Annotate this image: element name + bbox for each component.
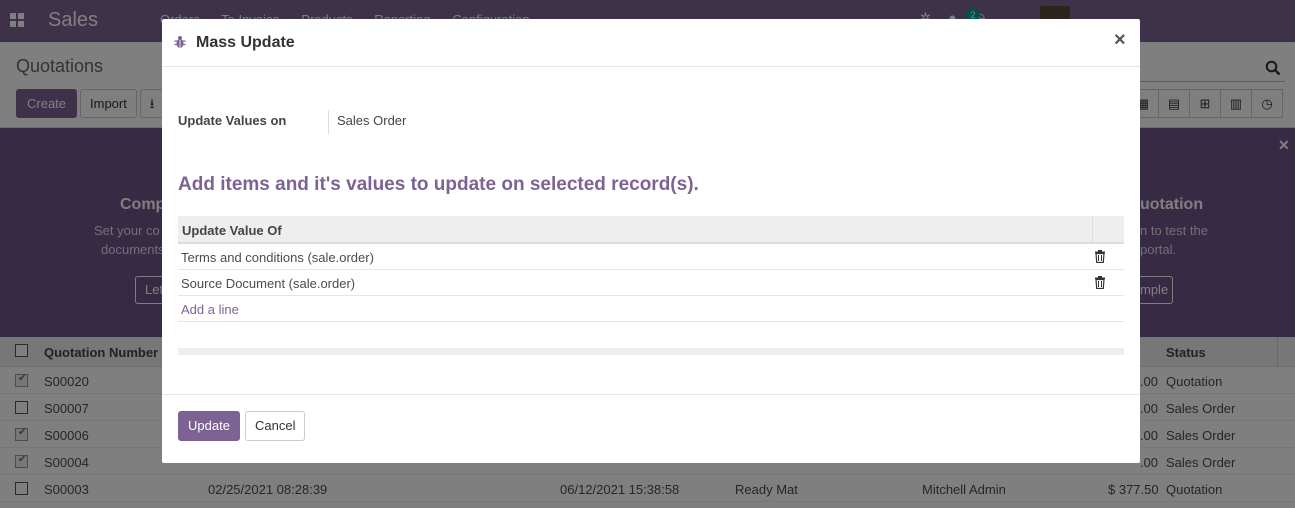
field-separator	[328, 110, 329, 134]
section-heading: Add items and it's values to update on s…	[178, 174, 699, 195]
table-row[interactable]: Terms and conditions (sale.order)	[178, 244, 1124, 270]
model-field-value[interactable]: Sales Order	[337, 113, 406, 128]
table-footer	[178, 348, 1124, 355]
bug-icon	[174, 36, 186, 48]
update-lines-table: Update Value Of Terms and conditions (sa…	[178, 216, 1124, 322]
field-label: Update Values on	[178, 113, 287, 128]
trash-icon[interactable]	[1094, 250, 1106, 263]
table-row[interactable]: Source Document (sale.order)	[178, 270, 1124, 296]
line-field-name[interactable]: Source Document (sale.order)	[181, 276, 355, 291]
mass-update-dialog: Mass Update × Update Values on Sales Ord…	[162, 19, 1140, 463]
close-icon[interactable]: ×	[1114, 30, 1126, 50]
dialog-header: Mass Update ×	[162, 19, 1140, 67]
cancel-button[interactable]: Cancel	[245, 411, 306, 441]
trash-icon[interactable]	[1094, 276, 1106, 289]
column-separator	[1092, 216, 1093, 242]
dialog-title: Mass Update	[196, 34, 295, 51]
add-line-link[interactable]: Add a line	[181, 302, 239, 317]
table-header: Update Value Of	[178, 216, 1124, 244]
line-field-name[interactable]: Terms and conditions (sale.order)	[181, 250, 374, 265]
dialog-footer: Update Cancel	[162, 394, 1140, 463]
update-button[interactable]: Update	[178, 411, 240, 441]
add-line-row: Add a line	[178, 296, 1124, 322]
column-header-update-value-of[interactable]: Update Value Of	[182, 223, 282, 238]
